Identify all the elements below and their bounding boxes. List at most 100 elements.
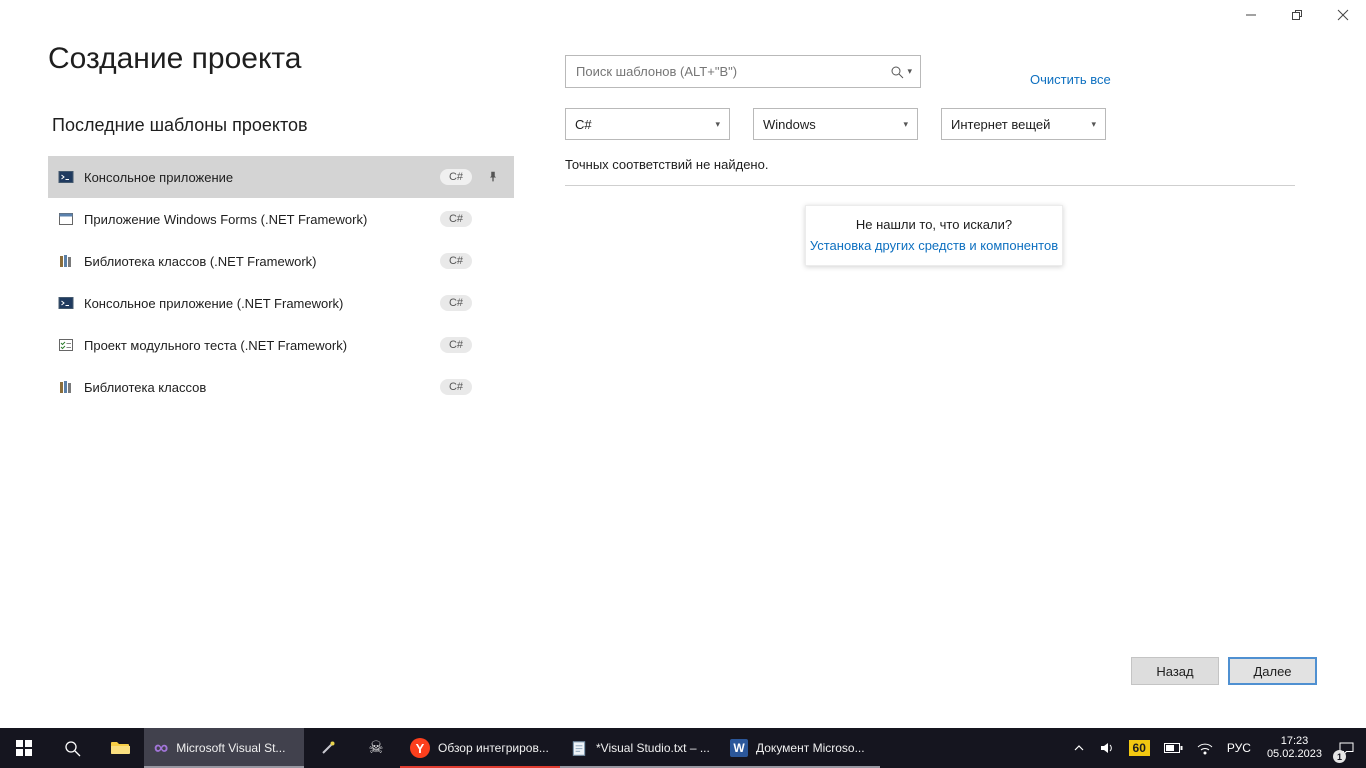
yandex-browser-icon: Y (410, 738, 430, 758)
taskbar-app-notepad[interactable]: *Visual Studio.txt – ... (560, 728, 720, 768)
taskbar-clock[interactable]: 17:23 05.02.2023 (1258, 728, 1331, 768)
pin-slot-empty (482, 295, 504, 311)
template-item-winforms-app[interactable]: Приложение Windows Forms (.NET Framework… (48, 198, 514, 240)
clock-time: 17:23 (1281, 735, 1309, 748)
language-filter-dropdown[interactable]: C# ▾ (565, 108, 730, 140)
template-search-box: ▾ (565, 55, 921, 88)
console-app-icon (58, 295, 74, 311)
recent-template-list: Консольное приложение C# Приложение Wind… (48, 156, 514, 408)
file-explorer-button[interactable] (96, 728, 144, 768)
pin-slot-empty (482, 253, 504, 269)
battery-percent-value: 60 (1129, 740, 1150, 756)
back-button[interactable]: Назад (1131, 657, 1219, 685)
platform-filter-value: Windows (763, 117, 816, 132)
results-divider (565, 185, 1295, 186)
taskbar-app-visual-studio[interactable]: ∞ Microsoft Visual St... (144, 728, 304, 768)
chevron-down-icon: ▾ (903, 119, 908, 130)
taskbar: ∞ Microsoft Visual St... ☠ Y Обзор интег… (0, 728, 1366, 768)
template-label: Консольное приложение (84, 170, 430, 185)
language-badge: C# (440, 211, 472, 227)
action-center-button[interactable]: 1 (1331, 728, 1362, 768)
visual-studio-icon: ∞ (154, 738, 168, 758)
template-item-class-library[interactable]: Библиотека классов C# (48, 366, 514, 408)
platform-filter-dropdown[interactable]: Windows ▾ (753, 108, 918, 140)
wifi-icon (1197, 742, 1213, 755)
filter-row: C# ▾ Windows ▾ Интернет вещей ▾ (565, 108, 1106, 140)
template-label: Библиотека классов (.NET Framework) (84, 254, 430, 269)
taskbar-app-label: *Visual Studio.txt – ... (596, 741, 710, 755)
restore-button[interactable] (1274, 0, 1320, 30)
pin-slot-empty (482, 211, 504, 227)
search-input[interactable] (566, 64, 890, 79)
start-button[interactable] (0, 728, 48, 768)
recent-templates-heading: Последние шаблоны проектов (52, 115, 308, 136)
close-button[interactable] (1320, 0, 1366, 30)
taskbar-app-yandex-browser[interactable]: Y Обзор интегриров... (400, 728, 560, 768)
notepad-icon (570, 739, 588, 757)
project-type-filter-value: Интернет вещей (951, 117, 1050, 132)
notification-count-badge: 1 (1333, 750, 1346, 763)
pin-slot-empty (482, 379, 504, 395)
clear-all-link[interactable]: Очистить все (1030, 72, 1111, 87)
window-controls (1228, 0, 1366, 30)
language-filter-value: C# (575, 117, 592, 132)
taskbar-search-button[interactable] (48, 728, 96, 768)
winforms-app-icon (58, 211, 74, 227)
search-icon (64, 740, 81, 757)
template-item-console-app-netfx[interactable]: Консольное приложение (.NET Framework) C… (48, 282, 514, 324)
page-title: Создание проекта (48, 42, 302, 76)
suggestion-question: Не нашли то, что искали? (806, 217, 1062, 232)
battery-percent-indicator[interactable]: 60 (1122, 728, 1157, 768)
network-button[interactable] (1190, 728, 1220, 768)
language-indicator[interactable]: РУС (1220, 728, 1258, 768)
suggestion-card: Не нашли то, что искали? Установка други… (805, 205, 1063, 266)
template-label: Приложение Windows Forms (.NET Framework… (84, 212, 430, 227)
template-label: Библиотека классов (84, 380, 430, 395)
volume-button[interactable] (1092, 728, 1122, 768)
system-tray: 60 РУС 17:23 05.02.2023 1 (1066, 728, 1366, 768)
minimize-icon (1245, 9, 1257, 21)
next-button[interactable]: Далее (1228, 657, 1317, 685)
taskbar-app-wand[interactable] (304, 728, 352, 768)
magic-wand-app-icon (320, 740, 336, 756)
minimize-button[interactable] (1228, 0, 1274, 30)
no-results-message: Точных соответствий не найдено. (565, 157, 768, 172)
search-icon (890, 65, 904, 79)
language-badge: C# (440, 295, 472, 311)
taskbar-app-label: Microsoft Visual St... (176, 741, 285, 755)
pin-slot-empty (482, 337, 504, 353)
vs-create-project-window: Создание проекта Последние шаблоны проек… (0, 0, 1366, 768)
template-item-console-app[interactable]: Консольное приложение C# (48, 156, 514, 198)
template-item-class-library-netfx[interactable]: Библиотека классов (.NET Framework) C# (48, 240, 514, 282)
taskbar-app-label: Документ Microso... (756, 741, 865, 755)
class-library-icon (58, 379, 74, 395)
restore-icon (1291, 9, 1303, 21)
language-badge: C# (440, 253, 472, 269)
speaker-icon (1099, 741, 1115, 755)
install-components-link[interactable]: Установка других средств и компонентов (806, 238, 1062, 253)
language-code: РУС (1227, 741, 1251, 755)
project-type-filter-dropdown[interactable]: Интернет вещей ▾ (941, 108, 1106, 140)
language-badge: C# (440, 337, 472, 353)
battery-button[interactable] (1157, 728, 1190, 768)
chevron-down-icon: ▾ (715, 119, 720, 130)
show-hidden-icons-button[interactable] (1066, 728, 1092, 768)
battery-icon (1164, 743, 1183, 753)
taskbar-app-skull-game[interactable]: ☠ (352, 728, 400, 768)
search-controls[interactable]: ▾ (890, 65, 920, 79)
console-app-icon (58, 169, 74, 185)
taskbar-app-word[interactable]: W Документ Microso... (720, 728, 880, 768)
clock-date: 05.02.2023 (1267, 748, 1322, 761)
chevron-up-icon (1073, 744, 1085, 752)
language-badge: C# (440, 379, 472, 395)
template-item-unit-test-netfx[interactable]: Проект модульного теста (.NET Framework)… (48, 324, 514, 366)
word-icon: W (730, 739, 748, 757)
unit-test-icon (58, 337, 74, 353)
folder-icon (110, 740, 130, 756)
taskbar-app-label: Обзор интегриров... (438, 741, 549, 755)
close-icon (1337, 9, 1349, 21)
template-label: Консольное приложение (.NET Framework) (84, 296, 430, 311)
skull-icon: ☠ (368, 738, 383, 758)
pin-icon[interactable] (482, 169, 504, 185)
chevron-down-icon: ▾ (907, 66, 912, 77)
